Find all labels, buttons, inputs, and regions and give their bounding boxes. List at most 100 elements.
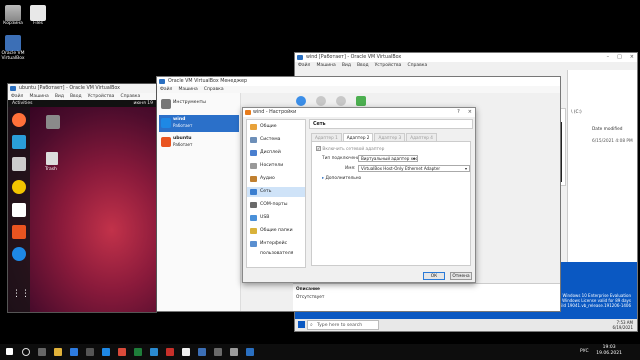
manager-titlebar[interactable]: Oracle VM VirtualBox Менеджер — [157, 77, 560, 86]
menu-item[interactable]: Файл — [11, 93, 23, 100]
trash-label: Trash — [45, 167, 57, 172]
edge-icon[interactable] — [70, 348, 78, 356]
word-icon[interactable] — [150, 348, 158, 356]
activation-watermark: Windows 10 Enterprise Evaluation Windows… — [556, 293, 631, 308]
powerpoint-icon[interactable] — [166, 348, 174, 356]
search-input[interactable]: ⌕ Type here to search — [307, 320, 379, 330]
help-icon[interactable] — [12, 247, 26, 261]
app-icon[interactable] — [246, 348, 254, 356]
guest-clock[interactable]: 7:53 AM 6/19/2021 — [612, 320, 633, 330]
close-icon[interactable]: × — [630, 53, 634, 62]
search-icon[interactable] — [22, 348, 30, 356]
task-view-icon[interactable] — [38, 348, 46, 356]
menu-item[interactable]: Справка — [204, 86, 224, 93]
rhythmbox-icon[interactable] — [12, 180, 26, 194]
enable-adapter-checkbox[interactable]: ✓ Включить сетевой адаптер — [316, 146, 384, 152]
desktop-icon-files[interactable]: Files — [23, 5, 53, 27]
discard-icon[interactable] — [316, 96, 326, 106]
cancel-button[interactable]: Отмена — [450, 272, 472, 280]
libreoffice-writer-icon[interactable] — [12, 203, 26, 217]
ubuntu-clock[interactable]: июня 19 — [133, 100, 153, 107]
menu-item[interactable]: Справка — [120, 93, 140, 100]
home-folder-icon[interactable] — [46, 115, 60, 129]
virtualbox-icon — [10, 86, 16, 91]
menu-item[interactable]: Справка — [407, 62, 427, 69]
files-icon[interactable] — [12, 157, 26, 171]
start-icon[interactable] — [298, 321, 305, 328]
nav-item-audio[interactable]: Аудио — [247, 174, 305, 184]
menu-item[interactable]: Машина — [178, 86, 197, 93]
activities-button[interactable]: Activities — [12, 101, 33, 106]
windows-os-icon — [161, 118, 171, 128]
ubuntu-vm-titlebar[interactable]: ubuntu [Работает] - Oracle VM VirtualBox — [8, 84, 156, 93]
excel-icon[interactable] — [134, 348, 142, 356]
store-icon[interactable] — [86, 348, 94, 356]
start-arrow-icon[interactable] — [356, 96, 366, 106]
advanced-toggle[interactable]: ▸ Дополнительно — [322, 176, 361, 181]
nav-item-network[interactable]: Сеть — [247, 187, 305, 197]
close-button[interactable]: × — [468, 108, 472, 117]
ubuntu-vm-window[interactable]: ubuntu [Работает] - Oracle VM VirtualBox… — [7, 83, 157, 313]
recycle-bin-icon — [5, 5, 21, 21]
menu-item[interactable]: Ввод — [357, 62, 369, 69]
folder-icon — [30, 5, 46, 21]
language-indicator[interactable]: РУС — [580, 349, 589, 354]
menu-item[interactable]: Машина — [29, 93, 48, 100]
tab-adapter-3[interactable]: Адаптер 3 — [374, 133, 406, 141]
show-icon[interactable] — [336, 96, 346, 106]
network-icon — [250, 189, 257, 195]
minimize-icon[interactable]: – — [607, 53, 610, 62]
start-icon[interactable] — [6, 348, 13, 355]
tab-adapter-4[interactable]: Адаптер 4 — [406, 133, 437, 141]
attached-to-select[interactable]: Виртуальный адаптер хоста — [358, 155, 418, 162]
menu-item[interactable]: Вид — [55, 93, 64, 100]
nav-item-system[interactable]: Система — [247, 135, 305, 145]
dialog-titlebar[interactable]: wind - Настройки ? × — [243, 108, 475, 117]
trash-icon[interactable] — [46, 152, 58, 165]
adapter-name-select[interactable]: VirtualBox Host-Only Ethernet Adapter — [358, 165, 470, 172]
menu-item[interactable]: Файл — [160, 86, 172, 93]
desktop-icon-virtualbox[interactable]: Oracle VM VirtualBox — [0, 35, 28, 62]
virtualbox-taskbar-icon[interactable] — [198, 348, 206, 356]
office-icon[interactable] — [118, 348, 126, 356]
software-icon[interactable] — [12, 225, 26, 239]
nav-item-usb[interactable]: USB — [247, 213, 305, 223]
show-apps-icon[interactable]: ⋮⋮ — [12, 287, 30, 301]
audio-icon — [250, 176, 257, 182]
thunderbird-icon[interactable] — [12, 135, 26, 149]
nav-item-display[interactable]: Дисплей — [247, 148, 305, 158]
explorer-icon[interactable] — [54, 348, 62, 356]
nav-item-general[interactable]: Общие — [247, 122, 305, 132]
network-settings: Адаптер 1 Адаптер 2 Адаптер 3 Адаптер 4 … — [309, 131, 473, 268]
host-clock[interactable]: 19:03 19.06.2021 — [596, 345, 622, 357]
mail-icon[interactable] — [102, 348, 110, 356]
nav-item-serial-ports[interactable]: COM-порты — [247, 200, 305, 210]
firefox-icon[interactable] — [12, 113, 26, 127]
tab-adapter-1[interactable]: Адаптер 1 — [311, 133, 342, 141]
vm-item-wind[interactable]: wind Работает — [159, 115, 239, 132]
nav-item-shared-folders[interactable]: Общие папки — [247, 226, 305, 236]
nav-item-storage[interactable]: Носители — [247, 161, 305, 171]
vm-item-ubuntu[interactable]: ubuntu Работает — [159, 134, 239, 151]
settings-icon[interactable] — [296, 96, 306, 106]
help-button[interactable]: ? — [457, 108, 460, 117]
tools-item[interactable]: Инструменты — [159, 96, 239, 113]
ok-button[interactable]: ОК — [423, 272, 445, 280]
nav-item-user-interface[interactable]: Интерфейс пользователя — [247, 239, 305, 256]
menu-item[interactable]: Устройства — [88, 93, 115, 100]
adapter-panel: ✓ Включить сетевой адаптер Тип подключен… — [311, 141, 471, 266]
menu-item[interactable]: Машина — [316, 62, 335, 69]
settings-dialog[interactable]: wind - Настройки ? × Общие Система Диспл… — [242, 107, 476, 283]
column-header-date[interactable]: Date modified — [592, 127, 622, 132]
menu-item[interactable]: Вид — [342, 62, 351, 69]
adapter-name-label: Имя: — [345, 166, 356, 171]
app-icon[interactable] — [214, 348, 222, 356]
menu-item[interactable]: Устройства — [375, 62, 402, 69]
app-icon[interactable] — [230, 348, 238, 356]
menu-item[interactable]: Файл — [298, 62, 310, 69]
windows-vm-titlebar[interactable]: wind [Работает] - Oracle VM VirtualBox –… — [295, 53, 637, 62]
tab-adapter-2[interactable]: Адаптер 2 — [342, 133, 374, 141]
chrome-icon[interactable] — [182, 348, 190, 356]
menu-item[interactable]: Ввод — [70, 93, 82, 100]
maximize-icon[interactable]: □ — [617, 53, 622, 62]
